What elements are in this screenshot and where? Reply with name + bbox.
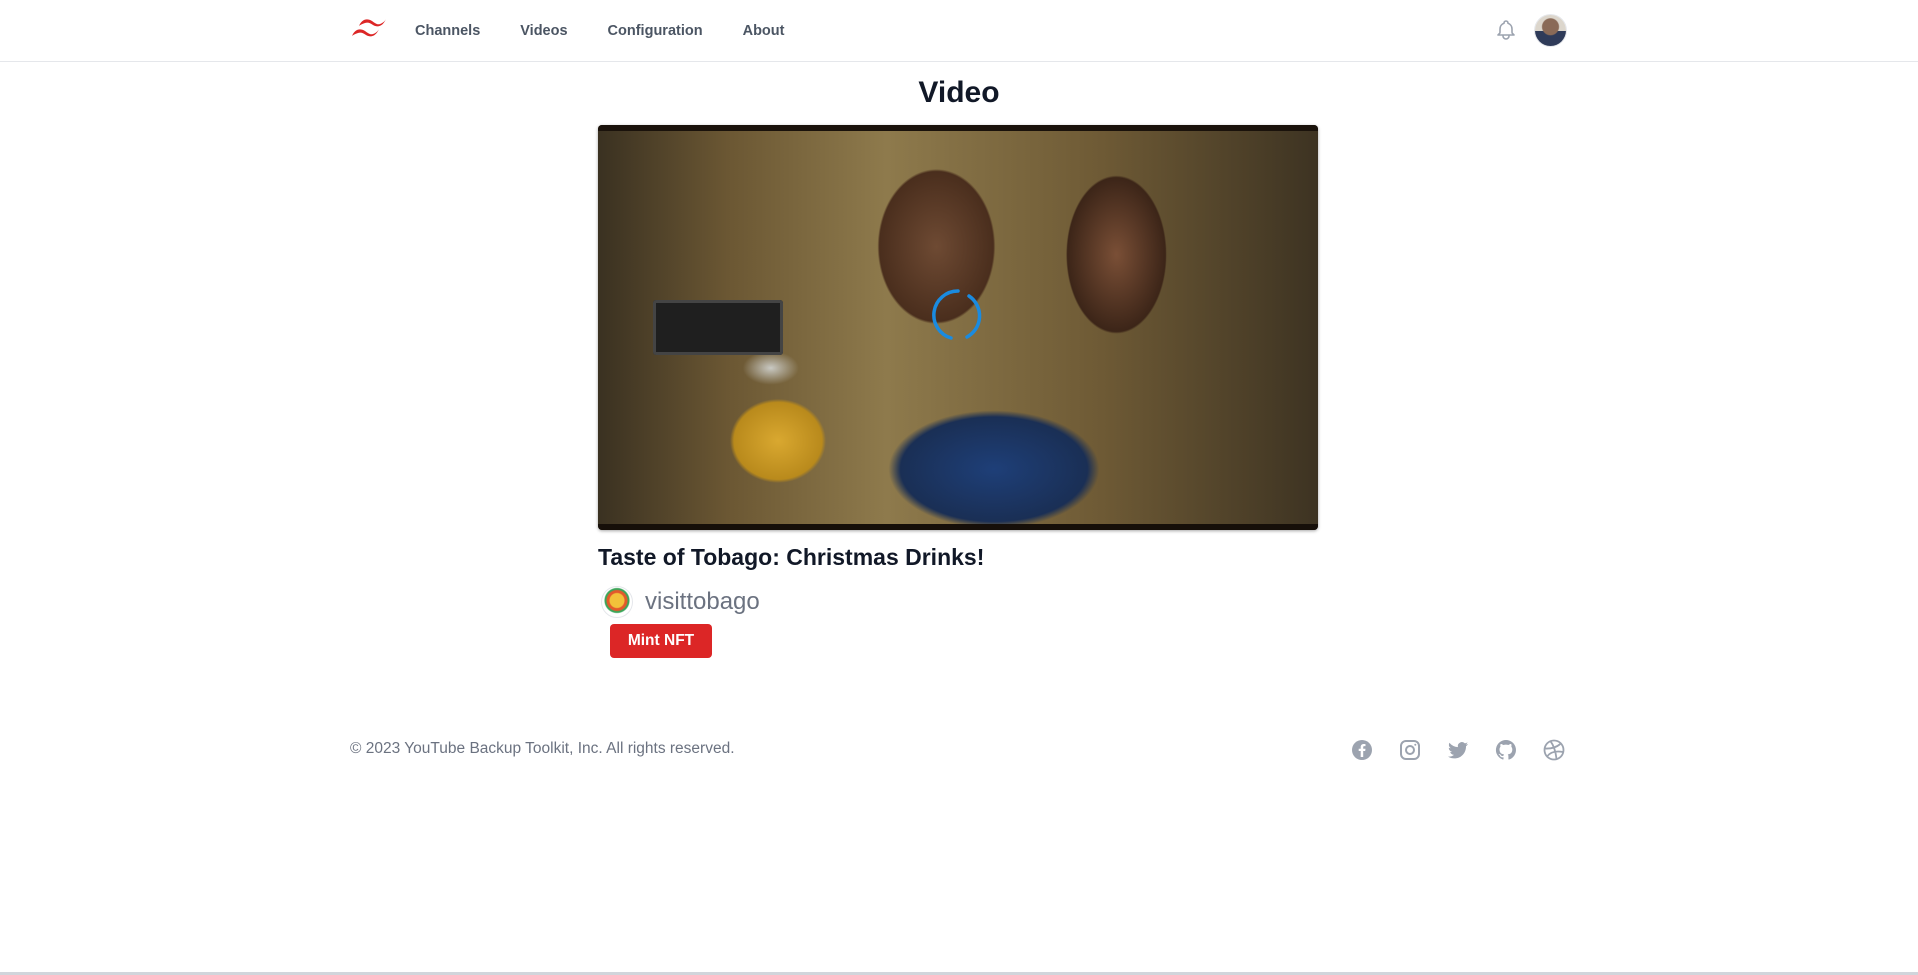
copyright-text: © 2023 YouTube Backup Toolkit, Inc. All … bbox=[350, 740, 735, 757]
tailwind-logo-icon[interactable] bbox=[349, 17, 389, 43]
top-navbar: Channels Videos Configuration About bbox=[0, 0, 1918, 62]
mint-nft-button[interactable]: Mint NFT bbox=[610, 624, 712, 658]
instagram-icon[interactable] bbox=[1398, 738, 1422, 762]
page-title: Video bbox=[918, 76, 1000, 109]
nav-channels[interactable]: Channels bbox=[405, 17, 490, 45]
nav-videos[interactable]: Videos bbox=[510, 17, 577, 45]
video-title: Taste of Tobago: Christmas Drinks! bbox=[598, 544, 985, 570]
video-frame-edge bbox=[598, 524, 1318, 530]
social-links bbox=[1350, 738, 1590, 762]
twitter-icon[interactable] bbox=[1446, 738, 1470, 762]
channel-avatar bbox=[601, 586, 633, 618]
facebook-icon[interactable] bbox=[1350, 738, 1374, 762]
main-nav: Channels Videos Configuration About bbox=[405, 0, 814, 61]
video-frame-edge bbox=[598, 125, 1318, 131]
nav-about[interactable]: About bbox=[733, 17, 795, 45]
channel-name: visittobago bbox=[645, 588, 760, 615]
loading-spinner-icon bbox=[931, 288, 985, 342]
video-player[interactable] bbox=[598, 125, 1318, 530]
nav-configuration[interactable]: Configuration bbox=[598, 17, 713, 45]
user-avatar[interactable] bbox=[1535, 15, 1566, 46]
video-frame-content bbox=[653, 300, 783, 355]
dribbble-icon[interactable] bbox=[1542, 738, 1566, 762]
bell-icon[interactable] bbox=[1494, 18, 1518, 42]
channel-link[interactable]: visittobago bbox=[601, 586, 760, 618]
github-icon[interactable] bbox=[1494, 738, 1518, 762]
